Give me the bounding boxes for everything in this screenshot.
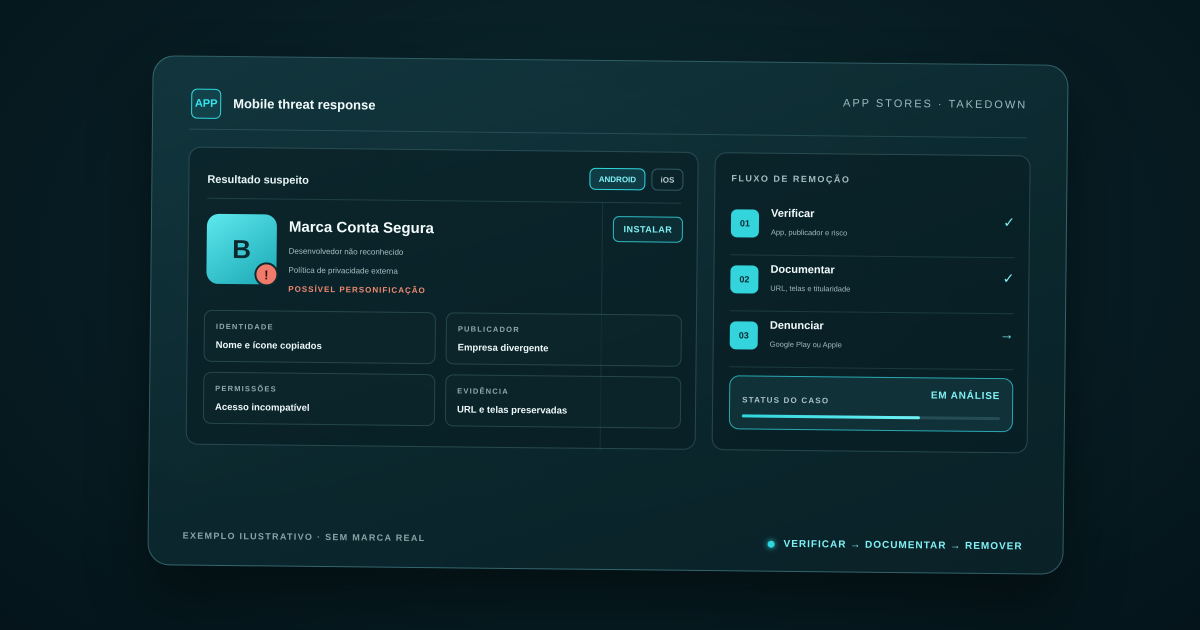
status-value: EM ANÁLISE (930, 390, 1001, 403)
step-number: 01 (730, 209, 760, 238)
header-divider (188, 128, 1027, 139)
removal-flow-panel: FLUXO DE REMOÇÃO 01 Verificar App, publi… (711, 152, 1031, 454)
tab-android[interactable]: ANDROID (589, 167, 646, 191)
flow-title: FLUXO DE REMOÇÃO (731, 173, 851, 185)
cell-label: PERMISSÕES (215, 383, 277, 394)
cell-value: Acesso incompatível (214, 401, 310, 414)
suspicious-result-panel: Resultado suspeito ANDROID iOS B ! Marca… (185, 146, 699, 450)
footer-flow-summary: VERIFICAR → DOCUMENTAR → REMOVER (767, 538, 1023, 553)
impersonation-alert: POSSÍVEL PERSONIFICAÇÃO (288, 284, 426, 296)
case-status: STATUS DO CASO EM ANÁLISE (728, 375, 1014, 433)
check-icon: ✓ (1002, 270, 1015, 287)
install-button[interactable]: INSTALAR (612, 216, 684, 243)
app-logo-badge: APP (191, 88, 222, 119)
step-divider (729, 366, 1014, 371)
info-cell-permissions: PERMISSÕES Acesso incompatível (202, 371, 436, 427)
status-label: STATUS DO CASO (742, 395, 830, 406)
developer-note: Desenvolvedor não reconhecido (288, 246, 404, 257)
info-cell-publisher: PUBLICADOR Empresa divergente (445, 312, 683, 367)
privacy-note: Política de privacidade externa (288, 265, 398, 276)
step-verify[interactable]: 01 Verificar App, publicador e risco ✓ (730, 199, 1016, 259)
step-document[interactable]: 02 Documentar URL, telas e titularidade … (730, 255, 1015, 315)
panel-title: Resultado suspeito (207, 173, 309, 187)
cell-value: URL e telas preservadas (456, 404, 568, 417)
step-number: 03 (729, 321, 758, 350)
cell-value: Empresa divergente (457, 342, 549, 355)
app-icon-letter: B (232, 233, 252, 264)
footer-disclaimer: EXEMPLO ILUSTRATIVO · SEM MARCA REAL (182, 530, 426, 544)
cell-label: PUBLICADOR (457, 324, 520, 335)
app-title: Mobile threat response (233, 96, 376, 113)
step-name: Denunciar (769, 319, 824, 333)
context-label: APP STORES · TAKEDOWN (842, 97, 1028, 112)
app-name: Marca Conta Segura (288, 218, 435, 238)
main-card: APP Mobile threat response APP STORES · … (147, 55, 1069, 575)
step-number: 02 (730, 265, 759, 294)
step-subtitle: Google Play ou Apple (769, 339, 842, 350)
step-report[interactable]: 03 Denunciar Google Play ou Apple → (729, 311, 1014, 371)
warning-icon: ! (254, 262, 279, 287)
status-dot-icon (767, 540, 775, 548)
status-progress-fill (741, 414, 920, 420)
step-subtitle: URL, telas e titularidade (770, 283, 851, 294)
info-cell-identity: IDENTIDADE Nome e ícone copiados (203, 309, 437, 365)
cell-label: EVIDÊNCIA (457, 386, 509, 396)
info-cell-evidence: EVIDÊNCIA URL e telas preservadas (444, 374, 682, 429)
step-name: Verificar (771, 207, 815, 221)
tab-ios[interactable]: iOS (651, 168, 684, 191)
status-progress-track (741, 414, 1000, 421)
cell-value: Nome e ícone copiados (215, 339, 322, 353)
cell-label: IDENTIDADE (215, 321, 274, 332)
panel-divider (207, 197, 682, 204)
step-name: Documentar (770, 263, 835, 277)
footer-flow-text: VERIFICAR → DOCUMENTAR → REMOVER (783, 538, 1023, 553)
check-icon: ✓ (1003, 214, 1016, 231)
step-subtitle: App, publicador e risco (770, 227, 848, 238)
arrow-right-icon: → (999, 326, 1014, 343)
